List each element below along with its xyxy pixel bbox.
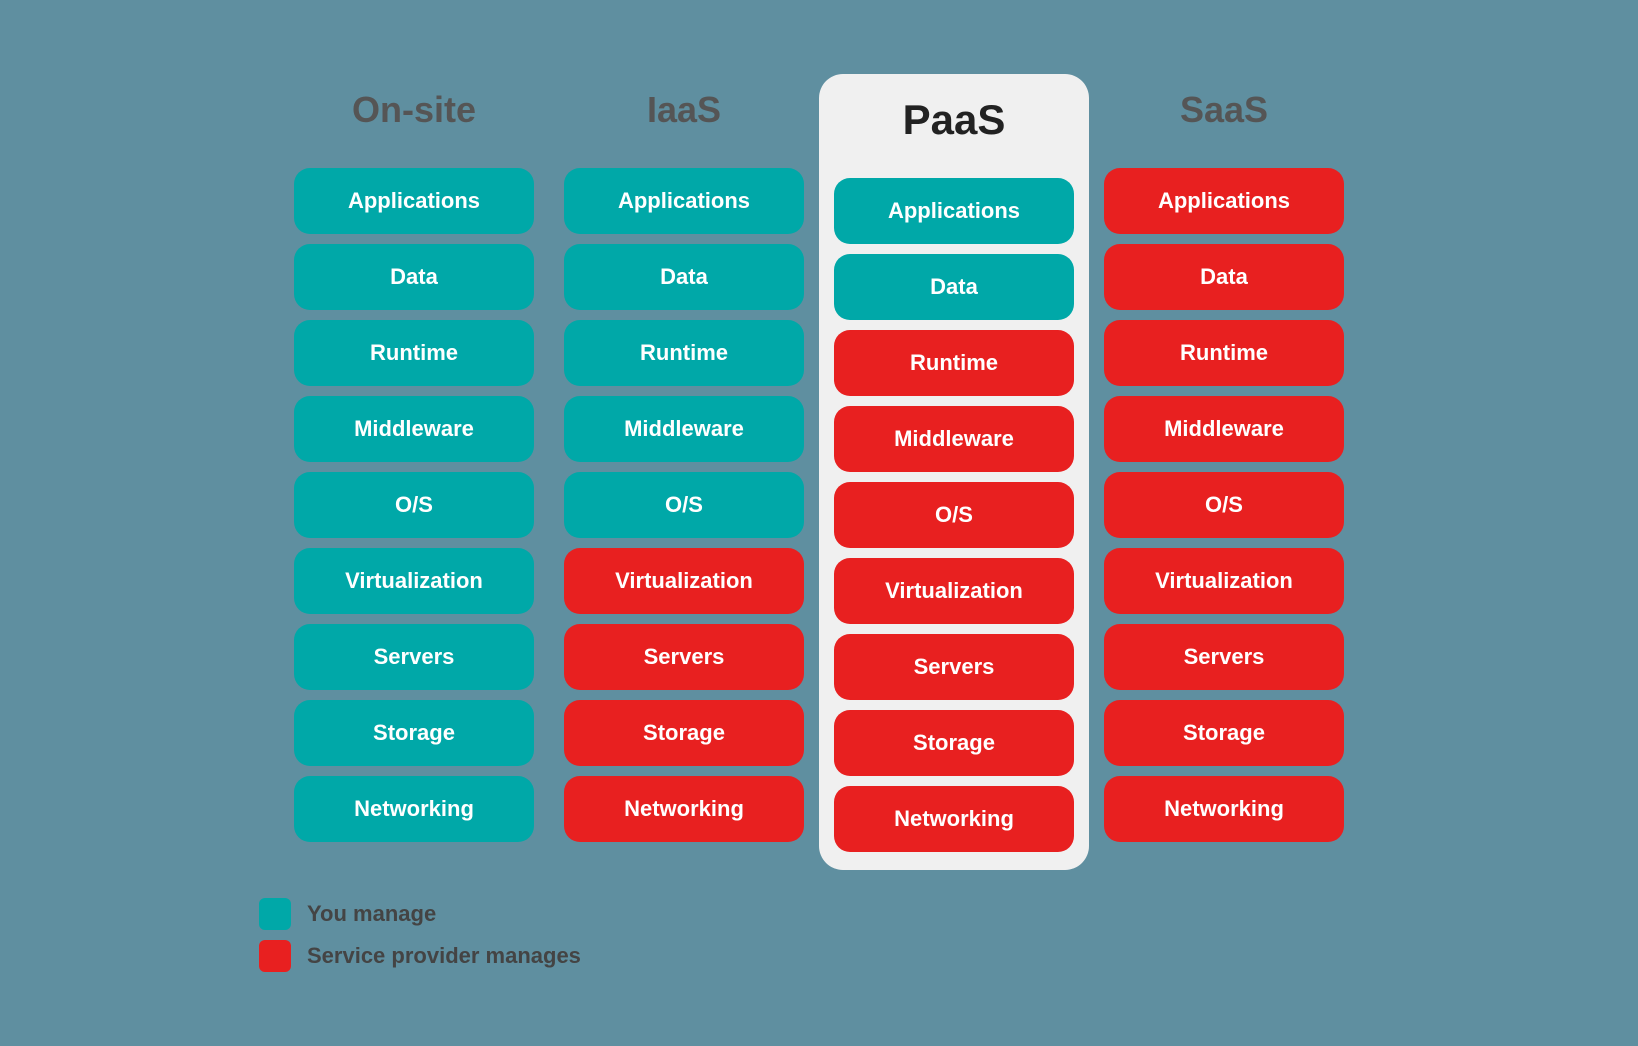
pill-saas-6: Servers bbox=[1104, 624, 1344, 690]
pill-saas-7: Storage bbox=[1104, 700, 1344, 766]
column-header-saas: SaaS bbox=[1180, 74, 1268, 146]
pill-iaas-7: Storage bbox=[564, 700, 804, 766]
column-paas: PaaS Applications Data Runtime Middleware O/S… bbox=[819, 74, 1089, 870]
column-header-iaas: IaaS bbox=[647, 74, 721, 146]
pill-paas-3: Middleware bbox=[834, 406, 1074, 472]
pill-paas-7: Storage bbox=[834, 710, 1074, 776]
legend-item-1: Service provider manages bbox=[259, 940, 1579, 972]
legend-label-1: Service provider manages bbox=[307, 943, 581, 969]
pill-saas-3: Middleware bbox=[1104, 396, 1344, 462]
pill-iaas-5: Virtualization bbox=[564, 548, 804, 614]
pill-saas-0: Applications bbox=[1104, 168, 1344, 234]
legend-dot-red bbox=[259, 940, 291, 972]
pill-onsite-5: Virtualization bbox=[294, 548, 534, 614]
pill-paas-6: Servers bbox=[834, 634, 1074, 700]
pill-onsite-3: Middleware bbox=[294, 396, 534, 462]
pill-iaas-4: O/S bbox=[564, 472, 804, 538]
pill-iaas-3: Middleware bbox=[564, 396, 804, 462]
diagram-container: On-site Applications Data Runtime Middleware… bbox=[119, 74, 1519, 972]
pill-saas-2: Runtime bbox=[1104, 320, 1344, 386]
column-saas: SaaS Applications Data Runtime Middleware O/S… bbox=[1089, 74, 1359, 842]
pill-onsite-2: Runtime bbox=[294, 320, 534, 386]
pill-paas-4: O/S bbox=[834, 482, 1074, 548]
column-header-onsite: On-site bbox=[352, 74, 476, 146]
pill-paas-1: Data bbox=[834, 254, 1074, 320]
pill-onsite-8: Networking bbox=[294, 776, 534, 842]
column-iaas: IaaS Applications Data Runtime Middleware O/S… bbox=[549, 74, 819, 842]
legend-item-0: You manage bbox=[259, 898, 1579, 930]
pill-onsite-0: Applications bbox=[294, 168, 534, 234]
legend-dot-teal bbox=[259, 898, 291, 930]
pill-saas-8: Networking bbox=[1104, 776, 1344, 842]
pill-iaas-6: Servers bbox=[564, 624, 804, 690]
pill-iaas-2: Runtime bbox=[564, 320, 804, 386]
columns-area: On-site Applications Data Runtime Middleware… bbox=[119, 74, 1519, 870]
pill-iaas-8: Networking bbox=[564, 776, 804, 842]
pill-saas-1: Data bbox=[1104, 244, 1344, 310]
pill-iaas-1: Data bbox=[564, 244, 804, 310]
pill-iaas-0: Applications bbox=[564, 168, 804, 234]
pill-paas-0: Applications bbox=[834, 178, 1074, 244]
legend-area: You manage Service provider manages bbox=[179, 898, 1579, 972]
pill-saas-5: Virtualization bbox=[1104, 548, 1344, 614]
pill-onsite-6: Servers bbox=[294, 624, 534, 690]
pill-onsite-1: Data bbox=[294, 244, 534, 310]
pill-onsite-4: O/S bbox=[294, 472, 534, 538]
column-onsite: On-site Applications Data Runtime Middleware… bbox=[279, 74, 549, 842]
column-header-paas: PaaS bbox=[903, 84, 1006, 156]
pill-paas-5: Virtualization bbox=[834, 558, 1074, 624]
pill-paas-2: Runtime bbox=[834, 330, 1074, 396]
legend-label-0: You manage bbox=[307, 901, 436, 927]
pill-onsite-7: Storage bbox=[294, 700, 534, 766]
pill-paas-8: Networking bbox=[834, 786, 1074, 852]
pill-saas-4: O/S bbox=[1104, 472, 1344, 538]
